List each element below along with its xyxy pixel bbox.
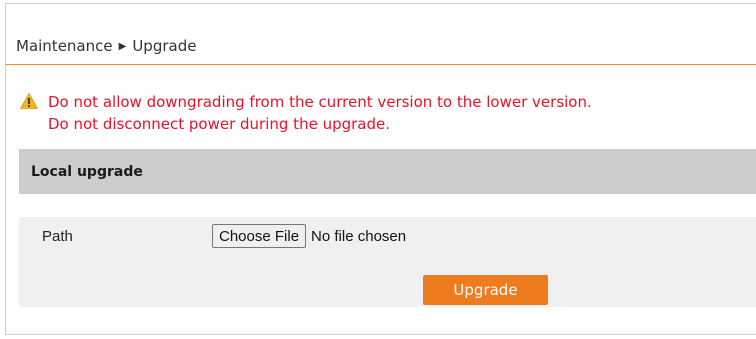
header-divider [6,64,756,65]
warning-message: Do not allow downgrading from the curren… [20,91,592,135]
breadcrumb: Maintenance ▶ Upgrade [16,28,196,64]
warning-text: Do not allow downgrading from the curren… [48,91,592,135]
file-status-text: No file chosen [311,227,407,245]
path-label: Path [42,228,73,245]
upgrade-form: Path Choose File No file chosen Upgrade [19,217,756,307]
upgrade-button[interactable]: Upgrade [423,275,548,305]
file-input[interactable]: Choose File No file chosen [212,224,406,248]
upgrade-panel: Maintenance ▶ Upgrade Do not allow downg… [5,3,756,335]
choose-file-button[interactable]: Choose File [212,224,307,248]
breadcrumb-separator-icon: ▶ [118,40,127,52]
warning-line-power: Do not disconnect power during the upgra… [48,115,390,133]
breadcrumb-parent[interactable]: Maintenance [16,37,113,55]
warning-triangle-icon [20,93,38,109]
breadcrumb-current: Upgrade [132,37,197,55]
local-upgrade-header: Local upgrade [19,149,756,194]
warning-line-downgrade: Do not allow downgrading from the curren… [48,93,592,111]
